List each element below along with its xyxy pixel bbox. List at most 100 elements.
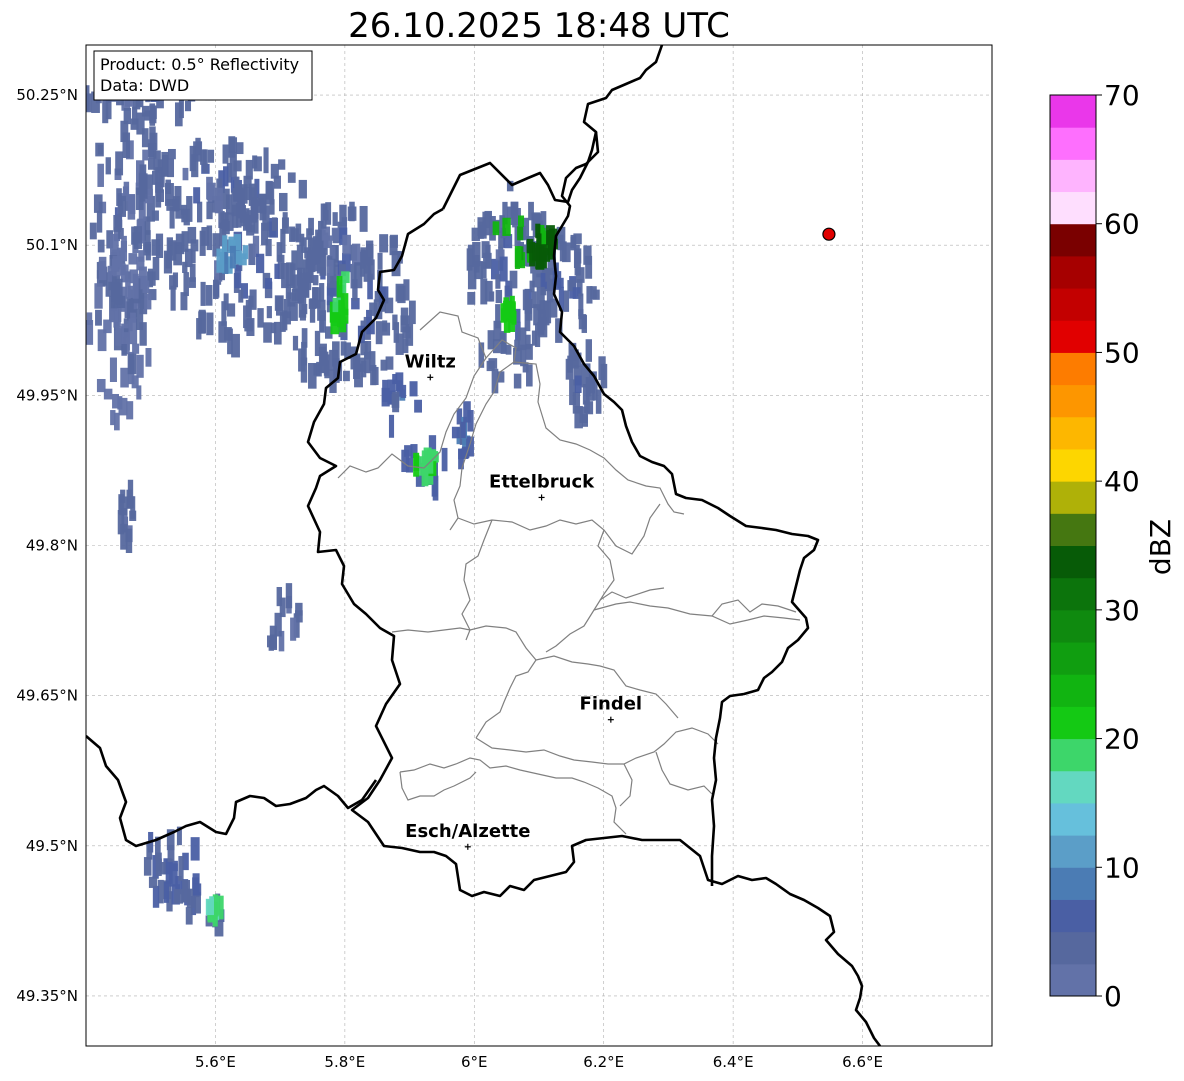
echo-pixel [483, 252, 492, 269]
echo-pixel [144, 293, 152, 310]
echo-pixel [111, 258, 118, 272]
echo-pixel [270, 163, 279, 179]
echo-pixel [391, 393, 400, 408]
echo-pixel [136, 256, 145, 271]
echo-pixel [536, 286, 545, 311]
echo-pixel [196, 201, 203, 223]
echo-pixel [185, 907, 193, 925]
colorbar-segment [1050, 738, 1096, 772]
echo-pixel [332, 297, 339, 313]
echo-pixel [467, 265, 477, 290]
echo-pixel [493, 320, 502, 342]
echo-pixel [118, 397, 128, 416]
radar-site-marker [822, 227, 836, 241]
echo-pixel [380, 359, 388, 371]
echo-pixel [138, 173, 148, 199]
echo-pixel [480, 278, 488, 305]
lat-tick-label: 49.35°N [16, 987, 78, 1005]
echo-pixel [152, 256, 160, 281]
colorbar-segment [1050, 642, 1096, 675]
echo-pixel [287, 292, 296, 307]
echo-pixel [223, 166, 229, 187]
echo-pixel [581, 315, 588, 333]
colorbar-segment [1050, 963, 1096, 997]
echo-pixel [414, 399, 422, 413]
echo-pixel [339, 204, 347, 227]
echo-pixel [286, 262, 294, 286]
colorbar-segment [1050, 674, 1096, 707]
echo-pixel [517, 226, 524, 241]
city-label: Esch/Alzette [405, 821, 530, 842]
echo-pixel [408, 300, 416, 325]
echo-pixel [97, 239, 105, 253]
echo-pixel [229, 245, 236, 269]
echo-pixel [190, 837, 200, 861]
echo-pixel [193, 141, 203, 162]
colorbar-segment [1050, 481, 1096, 514]
echo-pixel [152, 170, 159, 185]
echo-pixel [432, 475, 439, 501]
echo-pixel [109, 308, 119, 323]
echo-pixel [202, 149, 208, 173]
city-marker: Findel [580, 694, 642, 723]
colorbar-segment [1050, 802, 1096, 836]
echo-pixel [94, 283, 103, 309]
echo-pixel [295, 223, 302, 243]
echo-pixel [142, 280, 150, 294]
echo-pixel [298, 348, 306, 372]
echo-pixel [206, 312, 214, 336]
echo-pixel [188, 277, 196, 288]
echo-pixel [120, 367, 129, 388]
echo-pixel [369, 351, 376, 371]
data-source-label: Data: DWD [100, 76, 189, 95]
echo-cell [117, 479, 137, 554]
echo-pixel [249, 289, 257, 310]
echo-pixel [287, 172, 296, 183]
echo-pixel [508, 316, 516, 332]
echo-pixel [265, 180, 273, 200]
echo-pixel [96, 378, 106, 393]
echo-pixel [182, 167, 189, 181]
echo-pixel [281, 217, 289, 234]
echo-pixel [463, 401, 471, 423]
echo-pixel [285, 583, 293, 609]
colorbar-tick-label: 50 [1104, 336, 1140, 369]
echo-pixel [136, 385, 142, 400]
lat-tick-label: 49.5°N [26, 837, 78, 855]
echo-pixel [225, 194, 233, 215]
lon-tick-label: 5.6°E [195, 1053, 236, 1071]
echo-pixel [98, 256, 107, 281]
echo-pixel [228, 137, 238, 153]
echo-pixel [206, 182, 216, 201]
echo-pixel [196, 318, 202, 340]
echo-pixel [229, 151, 237, 178]
echo-pixel [113, 214, 121, 232]
echo-pixel [529, 280, 535, 293]
echo-pixel [132, 232, 141, 243]
echo-pixel [578, 293, 584, 317]
echo-pixel [118, 496, 128, 516]
echo-pixel [125, 528, 133, 554]
echo-pixel [308, 362, 317, 389]
colorbar-segment [1050, 127, 1096, 160]
echo-pixel [184, 100, 192, 112]
echo-pixel [274, 263, 280, 279]
echo-pixel [478, 221, 484, 239]
echo-pixel [270, 322, 277, 334]
echo-pixel [221, 301, 227, 326]
echo-pixel [129, 510, 137, 521]
echo-pixel [235, 142, 244, 155]
echo-pixel [384, 297, 394, 314]
echo-pixel [331, 227, 341, 241]
echo-pixel [165, 179, 171, 195]
echo-pixel [441, 447, 448, 472]
colorbar-segment [1050, 545, 1096, 579]
colorbar-segment [1050, 288, 1096, 321]
echo-pixel [96, 210, 103, 233]
echo-pixel [525, 334, 531, 350]
lon-tick-label: 6.2°E [583, 1053, 624, 1071]
echo-pixel [539, 309, 546, 331]
echo-pixel [200, 281, 206, 306]
echo-pixel [274, 612, 282, 637]
lon-tick-label: 5.8°E [324, 1053, 365, 1071]
